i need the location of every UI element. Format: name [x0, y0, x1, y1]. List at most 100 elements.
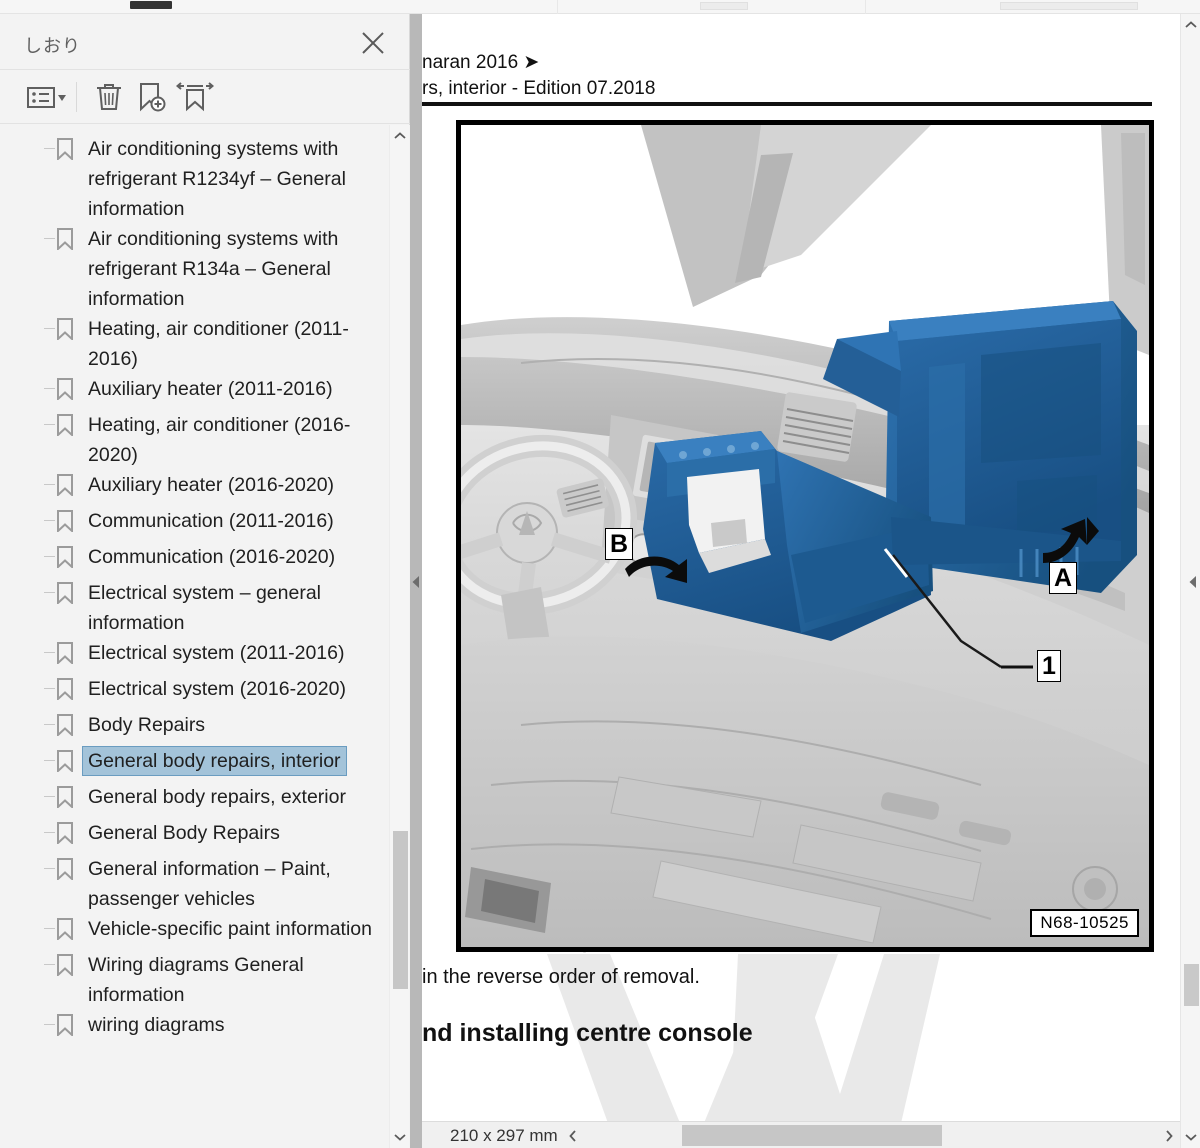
document-header: naran 2016 ➤ rs, interior - Edition 07.2… — [422, 50, 1164, 102]
bookmark-item[interactable]: General information – Paint, passenger v… — [0, 854, 380, 914]
bookmark-item[interactable]: Air conditioning systems with refrigeran… — [0, 134, 380, 224]
bookmark-item[interactable]: wiring diagrams — [0, 1010, 380, 1046]
chevron-left-icon[interactable] — [562, 1122, 584, 1148]
bookmark-tree-guide — [44, 796, 55, 797]
viewer-collapse-icon[interactable] — [1186, 570, 1200, 594]
bookmark-tree-guide — [44, 964, 55, 965]
bookmark-label: Auxiliary heater (2016-2020) — [88, 474, 335, 496]
bookmark-label: wiring diagrams — [88, 1014, 225, 1036]
bookmark-item[interactable]: Electrical system – general information — [0, 578, 380, 638]
pdf-page: or in whole, is not permitted u naran 20… — [422, 14, 1172, 1148]
bookmark-tree-guide — [44, 592, 55, 593]
expand-collapse-bookmarks-icon[interactable] — [176, 81, 214, 113]
sidebar-scrollbar-thumb[interactable] — [393, 831, 408, 989]
bookmark-item[interactable]: Auxiliary heater (2016-2020) — [0, 470, 380, 506]
bookmark-icon — [56, 546, 74, 570]
toolbar-button-a[interactable] — [700, 2, 748, 10]
bookmark-icon — [56, 858, 74, 882]
delete-bookmark-icon[interactable] — [92, 81, 126, 113]
bookmark-tree-guide — [44, 760, 55, 761]
bookmark-icon — [56, 822, 74, 846]
bookmark-tree-guide — [44, 832, 55, 833]
viewer-scrollbar-thumb[interactable] — [1184, 964, 1199, 1006]
bookmark-icon — [56, 750, 74, 774]
list-options-icon[interactable] — [26, 81, 70, 113]
active-tab-indicator[interactable] — [130, 1, 172, 9]
bookmark-list-scroll-area[interactable]: Air conditioning systems with refrigeran… — [0, 125, 410, 1148]
sidebar-vertical-scrollbar[interactable] — [389, 125, 409, 1148]
bookmark-tree-guide — [44, 148, 55, 149]
bookmark-icon — [56, 678, 74, 702]
document-viewer: or in whole, is not permitted u naran 20… — [422, 14, 1200, 1148]
bookmark-item[interactable]: Air conditioning systems with refrigeran… — [0, 224, 380, 314]
bookmark-item[interactable]: Body Repairs — [0, 710, 380, 746]
bookmark-item[interactable]: General body repairs, interior — [0, 746, 380, 782]
chevron-down-icon[interactable] — [1181, 1126, 1200, 1148]
illustration-label-a: A — [1049, 562, 1078, 594]
bookmark-label: Communication (2016-2020) — [88, 546, 336, 568]
bookmark-tree-guide — [44, 1024, 55, 1025]
bookmark-tree-guide — [44, 724, 55, 725]
document-body: in the reverse order of removal. nd inst… — [422, 966, 1164, 1048]
bookmark-label: Heating, air conditioner (2011-2016) — [88, 318, 349, 370]
chevron-down-icon[interactable] — [390, 1126, 410, 1148]
bookmark-item[interactable]: Electrical system (2011-2016) — [0, 638, 380, 674]
bookmark-tree-guide — [44, 424, 55, 425]
chevron-right-icon[interactable] — [1158, 1122, 1180, 1148]
bookmark-label: General Body Repairs — [88, 822, 280, 844]
chevron-up-icon[interactable] — [390, 125, 410, 147]
bookmark-icon — [56, 1014, 74, 1038]
bookmark-icon — [56, 786, 74, 810]
illustration-label-1: 1 — [1037, 650, 1061, 682]
bookmark-icon — [56, 642, 74, 666]
bookmark-icon — [56, 228, 74, 252]
toolbar-button-b[interactable] — [1000, 2, 1138, 10]
bookmarks-sidebar: しおり Air conditioning systems with refrig… — [0, 14, 410, 1148]
page-size-label: 210 x 297 mm — [450, 1126, 558, 1145]
bookmark-icon — [56, 138, 74, 162]
bookmark-icon — [56, 954, 74, 978]
add-bookmark-icon[interactable] — [134, 81, 168, 113]
app-toolbar-strip — [0, 0, 1200, 14]
sidebar-title: しおり — [24, 36, 81, 56]
page-footer: 210 x 297 mm — [422, 1121, 1200, 1148]
bookmark-item[interactable]: General body repairs, exterior — [0, 782, 380, 818]
horizontal-scrollbar[interactable] — [562, 1122, 1180, 1148]
bookmark-item[interactable]: Vehicle-specific paint information — [0, 914, 380, 950]
bookmark-item[interactable]: Heating, air conditioner (2016-2020) — [0, 410, 380, 470]
bookmark-item[interactable]: Communication (2016-2020) — [0, 542, 380, 578]
toolbar-divider-2 — [865, 0, 866, 14]
bookmark-item[interactable]: Heating, air conditioner (2011-2016) — [0, 314, 380, 374]
bookmark-label: Heating, air conditioner (2016-2020) — [88, 414, 351, 466]
bookmark-icon — [56, 318, 74, 342]
bookmark-label: Communication (2011-2016) — [88, 510, 334, 532]
bookmark-icon — [56, 474, 74, 498]
bookmark-item[interactable]: Auxiliary heater (2011-2016) — [0, 374, 380, 410]
bookmark-tree-guide — [44, 928, 55, 929]
sidebar-collapse-icon[interactable] — [410, 570, 422, 594]
chevron-up-icon[interactable] — [1181, 14, 1200, 36]
bookmark-tree-guide — [44, 520, 55, 521]
car-interior-illustration: B A 1 N68-10525 — [461, 125, 1149, 947]
bookmark-item[interactable]: General Body Repairs — [0, 818, 380, 854]
document-header-line2: rs, interior - Edition 07.2018 — [422, 78, 656, 99]
bookmark-item[interactable]: Electrical system (2016-2020) — [0, 674, 380, 710]
bookmark-item[interactable]: Wiring diagrams General information — [0, 950, 380, 1010]
bookmark-label: Auxiliary heater (2011-2016) — [88, 378, 333, 400]
bookmark-icon — [56, 714, 74, 738]
bookmark-label: Air conditioning systems with refrigeran… — [88, 138, 346, 220]
bookmark-item[interactable]: Communication (2011-2016) — [0, 506, 380, 542]
bookmark-label: Vehicle-specific paint information — [88, 918, 372, 940]
bookmark-label: General body repairs, interior — [82, 746, 347, 776]
sidebar-toolbar — [0, 70, 410, 124]
bookmark-label: Electrical system (2011-2016) — [88, 642, 345, 664]
bookmark-tree-guide — [44, 328, 55, 329]
illustration-label-b: B — [605, 528, 634, 560]
close-icon[interactable] — [358, 28, 388, 58]
bookmark-tree-guide — [44, 652, 55, 653]
bookmark-label: Body Repairs — [88, 714, 206, 736]
document-header-line1: naran 2016 ➤ — [422, 52, 540, 73]
bookmark-tree-guide — [44, 688, 55, 689]
horizontal-scrollbar-thumb[interactable] — [682, 1125, 942, 1146]
bookmark-list: Air conditioning systems with refrigeran… — [0, 125, 380, 1046]
